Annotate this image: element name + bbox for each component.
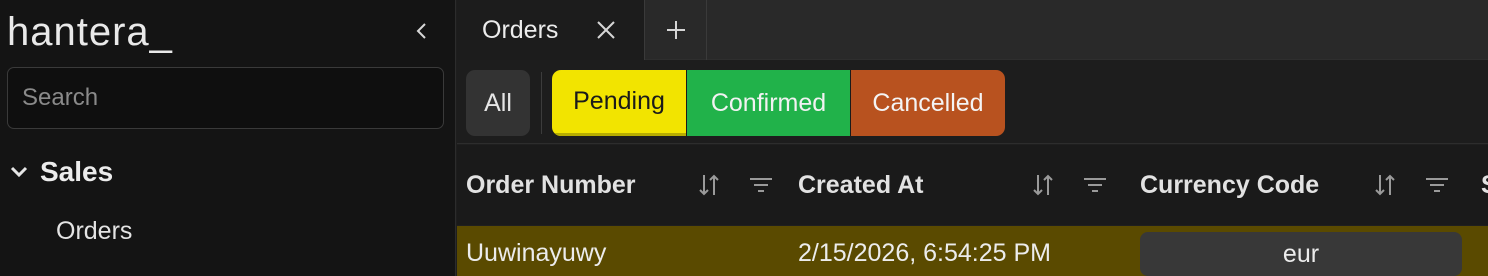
cell-currency-code: eur bbox=[1140, 232, 1462, 276]
logo: hantera_ bbox=[7, 10, 173, 54]
cell-created-at: 2/15/2026, 6:54:25 PM bbox=[798, 238, 1051, 267]
column-header-label: Currency Code bbox=[1140, 170, 1320, 199]
chevron-left-icon bbox=[416, 23, 426, 39]
nav-section-label: Sales bbox=[40, 156, 114, 187]
filter-icon[interactable] bbox=[748, 172, 774, 198]
filter-icon[interactable] bbox=[1424, 172, 1450, 198]
app-window: hantera_ Sales Orders Orders bbox=[0, 0, 1488, 276]
cell-order-number: Uuwinayuwy bbox=[466, 238, 607, 267]
filter-pending-button[interactable]: Pending bbox=[552, 70, 686, 136]
add-tab-button[interactable] bbox=[645, 0, 707, 60]
plus-icon bbox=[666, 21, 685, 39]
sort-icon[interactable] bbox=[1372, 172, 1398, 198]
collapse-sidebar-button[interactable] bbox=[410, 16, 434, 46]
sidebar-item-orders[interactable]: Orders bbox=[56, 211, 132, 251]
main-content: Orders All Pending Confirmed Cancelled O… bbox=[457, 0, 1488, 276]
column-header-label: Created At bbox=[798, 170, 924, 199]
table-header: Order Number Created At Currency Code bbox=[457, 145, 1488, 225]
tab-orders[interactable]: Orders bbox=[457, 0, 645, 60]
filter-confirmed-button[interactable]: Confirmed bbox=[686, 70, 850, 136]
column-header-status[interactable]: S bbox=[1481, 145, 1488, 225]
table-row[interactable]: Uuwinayuwy 2/15/2026, 6:54:25 PM eur bbox=[457, 226, 1488, 276]
sidebar: hantera_ Sales Orders bbox=[0, 0, 456, 276]
column-header-currency-code[interactable]: Currency Code bbox=[1140, 145, 1470, 225]
search-input[interactable] bbox=[7, 67, 444, 129]
status-filter-bar: All Pending Confirmed Cancelled bbox=[457, 60, 1488, 144]
filter-cancelled-button[interactable]: Cancelled bbox=[850, 70, 1005, 136]
filter-all-button[interactable]: All bbox=[466, 70, 530, 136]
tab-bar: Orders bbox=[457, 0, 1488, 60]
sort-icon[interactable] bbox=[696, 172, 722, 198]
tab-label: Orders bbox=[482, 15, 559, 44]
column-header-label: S bbox=[1481, 171, 1488, 200]
chevron-down-icon bbox=[8, 161, 30, 183]
nav-section-sales[interactable]: Sales bbox=[8, 150, 113, 194]
filter-icon[interactable] bbox=[1082, 172, 1108, 198]
column-header-order-number[interactable]: Order Number bbox=[466, 145, 796, 225]
divider bbox=[541, 72, 542, 134]
close-icon[interactable] bbox=[595, 19, 617, 41]
column-header-created-at[interactable]: Created At bbox=[798, 145, 1138, 225]
sort-icon[interactable] bbox=[1030, 172, 1056, 198]
status-filter-group: Pending Confirmed Cancelled bbox=[552, 70, 1005, 136]
column-header-label: Order Number bbox=[466, 170, 636, 199]
